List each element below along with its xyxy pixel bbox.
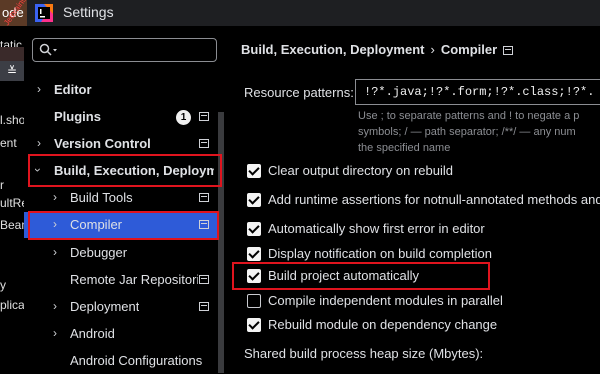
option-label: Build project automatically [268, 268, 420, 283]
chevron-right-icon: › [37, 136, 41, 150]
chevron-right-icon: › [53, 245, 57, 259]
chevron-right-icon: › [53, 190, 57, 204]
option-label: Display notification on build completion [268, 246, 493, 261]
project-settings-icon [199, 193, 209, 202]
tree-item-label: Compiler [70, 217, 123, 232]
project-settings-icon [199, 275, 209, 284]
resource-patterns-hint: symbols; / — path separator; /**/ — any … [358, 126, 576, 138]
background-editor-strip: tatic ≚ l.sho ent r ultRe Bean y plicat [0, 26, 24, 373]
title-bar: ode Settings [0, 0, 600, 26]
tree-item-remote-jar-repositories[interactable]: Remote Jar Repositorie [24, 267, 224, 293]
checkbox-checked[interactable] [247, 164, 261, 178]
tree-item-label: Android Configurations [70, 353, 203, 368]
tree-item-label: Version Control [54, 136, 151, 151]
option-label: Add runtime assertions for notnull-annot… [268, 192, 600, 207]
chevron-right-icon: › [37, 82, 41, 96]
sidebar-scrollbar[interactable] [218, 112, 224, 373]
background-text: r [0, 178, 4, 192]
project-settings-icon [199, 220, 209, 229]
breadcrumb-separator: › [430, 42, 435, 57]
breadcrumb-current: Compiler [440, 42, 498, 57]
intellij-app-icon [35, 4, 53, 22]
option-label: Compile independent modules in parallel [268, 293, 503, 308]
checkbox-checked[interactable] [247, 193, 261, 207]
background-text: Bean [0, 218, 24, 232]
project-settings-icon [199, 302, 209, 311]
tree-item-deployment[interactable]: › Deployment [24, 294, 224, 320]
chevron-right-icon: › [53, 326, 57, 340]
resource-patterns-label: Resource patterns: [244, 85, 354, 100]
checkbox-checked[interactable] [247, 269, 261, 283]
tree-item-label: Remote Jar Repositorie [70, 272, 198, 287]
collapse-icon[interactable]: ≚ [0, 61, 24, 81]
update-count-badge: 1 [176, 110, 191, 125]
breadcrumb-parent[interactable]: Build, Execution, Deployment [241, 42, 424, 57]
tree-item-label: Editor [54, 82, 92, 97]
background-text: ultRe [0, 196, 24, 210]
tree-item-build-tools[interactable]: › Build Tools [24, 185, 224, 211]
background-text: y [0, 278, 6, 292]
tree-item-build-execution-deployment[interactable]: › Build, Execution, Deployme [24, 158, 224, 184]
breadcrumb: Build, Execution, Deployment › Compiler [241, 42, 514, 57]
checkbox-checked[interactable] [247, 247, 261, 261]
background-text: ent [0, 136, 17, 150]
option-label: Rebuild module on dependency change [268, 317, 498, 332]
project-settings-icon [199, 112, 209, 121]
project-settings-icon [503, 46, 514, 56]
tree-item-label: Build, Execution, Deployme [54, 163, 214, 178]
resource-patterns-hint: Use ; to separate patterns and ! to nega… [358, 110, 580, 122]
tree-item-debugger[interactable]: › Debugger [24, 240, 224, 266]
tree-item-label: Debugger [70, 245, 128, 260]
tree-item-plugins[interactable]: Plugins 1 [24, 104, 224, 130]
option-label: Clear output directory on rebuild [268, 163, 453, 178]
checkbox-checked[interactable] [247, 222, 261, 236]
option-label: Automatically show first error in editor [268, 221, 485, 236]
tree-item-label: Deployment [70, 299, 140, 314]
tree-item-label: Build Tools [70, 190, 133, 205]
window-title: Settings [63, 4, 114, 20]
settings-search-input[interactable] [32, 38, 217, 62]
resource-patterns-input[interactable]: !?*.java;!?*.form;!?*.class;!?*. [355, 79, 600, 105]
tree-item-android-configurations[interactable]: Android Configurations [24, 348, 224, 374]
tree-item-version-control[interactable]: › Version Control [24, 131, 224, 157]
chevron-right-icon: › [53, 217, 57, 231]
tree-item-compiler[interactable]: › Compiler [24, 212, 217, 238]
tree-item-editor[interactable]: › Editor [24, 77, 224, 103]
heap-size-label: Shared build process heap size (Mbytes): [244, 346, 484, 361]
checkbox-checked[interactable] [247, 318, 261, 332]
chevron-right-icon: › [53, 299, 57, 313]
background-text: plicat [0, 298, 24, 312]
background-text: l.sho [0, 113, 24, 127]
search-icon [39, 43, 57, 56]
checkbox-unchecked[interactable] [247, 294, 261, 308]
tree-item-label: Plugins [54, 109, 101, 124]
project-settings-icon [199, 139, 209, 148]
tree-item-android[interactable]: › Android [24, 321, 224, 347]
background-selection [0, 47, 24, 61]
resource-patterns-hint: the specified name [358, 142, 451, 154]
chevron-down-icon: › [31, 168, 45, 172]
tree-item-label: Android [70, 326, 115, 341]
